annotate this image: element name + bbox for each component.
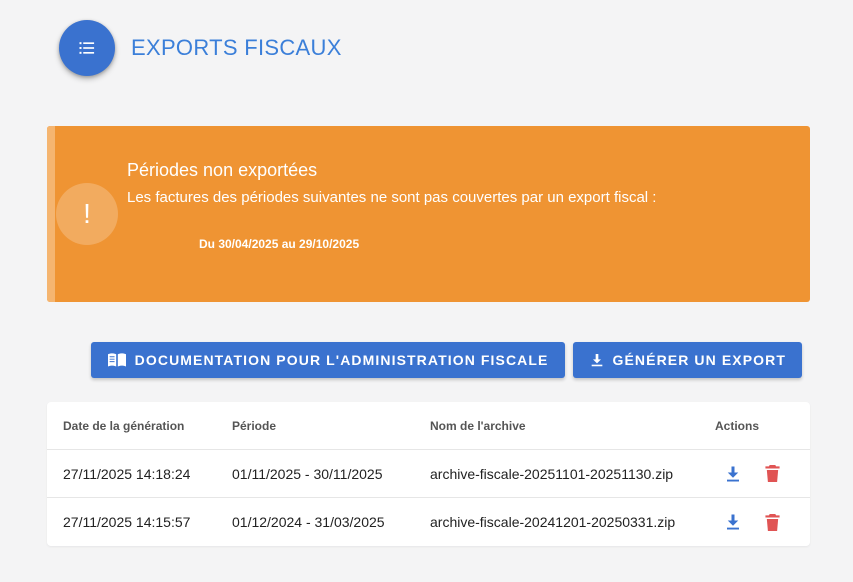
alert-accent-bar bbox=[47, 126, 55, 302]
table-row: 27/11/2025 14:18:24 01/11/2025 - 30/11/2… bbox=[47, 450, 810, 498]
column-header-date: Date de la génération bbox=[63, 418, 185, 433]
download-icon bbox=[727, 466, 739, 481]
delete-archive-button[interactable] bbox=[760, 510, 784, 534]
row-period: 01/11/2025 - 30/11/2025 bbox=[232, 465, 383, 482]
download-icon bbox=[727, 514, 739, 530]
exclamation-icon: ! bbox=[56, 183, 118, 245]
trash-icon bbox=[764, 513, 780, 531]
list-icon bbox=[79, 42, 95, 54]
unexported-periods-alert: ! Périodes non exportées Les factures de… bbox=[47, 126, 810, 302]
column-header-period: Période bbox=[232, 418, 277, 433]
documentation-button-label: Documentation pour l'administration fisc… bbox=[134, 352, 549, 368]
table-header-row: Date de la génération Période Nom de l'a… bbox=[47, 402, 810, 450]
download-icon bbox=[591, 354, 602, 367]
alert-title: Périodes non exportées bbox=[127, 160, 318, 180]
download-archive-button[interactable] bbox=[721, 510, 745, 534]
menu-button[interactable] bbox=[59, 20, 115, 76]
page-header: EXPORTS FISCAUX bbox=[59, 20, 342, 76]
column-header-actions: Actions bbox=[715, 418, 760, 433]
row-date: 27/11/2025 14:18:24 bbox=[63, 465, 191, 482]
documentation-button[interactable]: Documentation pour l'administration fisc… bbox=[90, 342, 565, 378]
alert-text: Les factures des périodes suivantes ne s… bbox=[127, 189, 657, 206]
alert-period: Du 30/04/2025 au 29/10/2025 bbox=[199, 237, 360, 251]
row-archive-name: archive-fiscale-20251101-20251130.zip bbox=[430, 465, 674, 482]
trash-icon bbox=[764, 465, 780, 482]
table-row: 27/11/2025 14:15:57 01/12/2024 - 31/03/2… bbox=[47, 498, 810, 546]
row-period: 01/12/2024 - 31/03/2025 bbox=[232, 514, 385, 530]
generate-export-button-label: Générer un export bbox=[612, 352, 786, 368]
generate-export-button[interactable]: Générer un export bbox=[572, 342, 802, 378]
download-archive-button[interactable] bbox=[721, 462, 745, 486]
row-archive-name: archive-fiscale-20241201-20250331.zip bbox=[430, 514, 676, 530]
book-open-icon bbox=[107, 353, 126, 367]
actions-toolbar: Documentation pour l'administration fisc… bbox=[90, 342, 802, 378]
row-date: 27/11/2025 14:15:57 bbox=[63, 514, 191, 530]
page-title: EXPORTS FISCAUX bbox=[131, 35, 342, 60]
column-header-archive: Nom de l'archive bbox=[430, 418, 526, 433]
exports-table: Date de la génération Période Nom de l'a… bbox=[47, 402, 810, 546]
delete-archive-button[interactable] bbox=[760, 462, 784, 486]
